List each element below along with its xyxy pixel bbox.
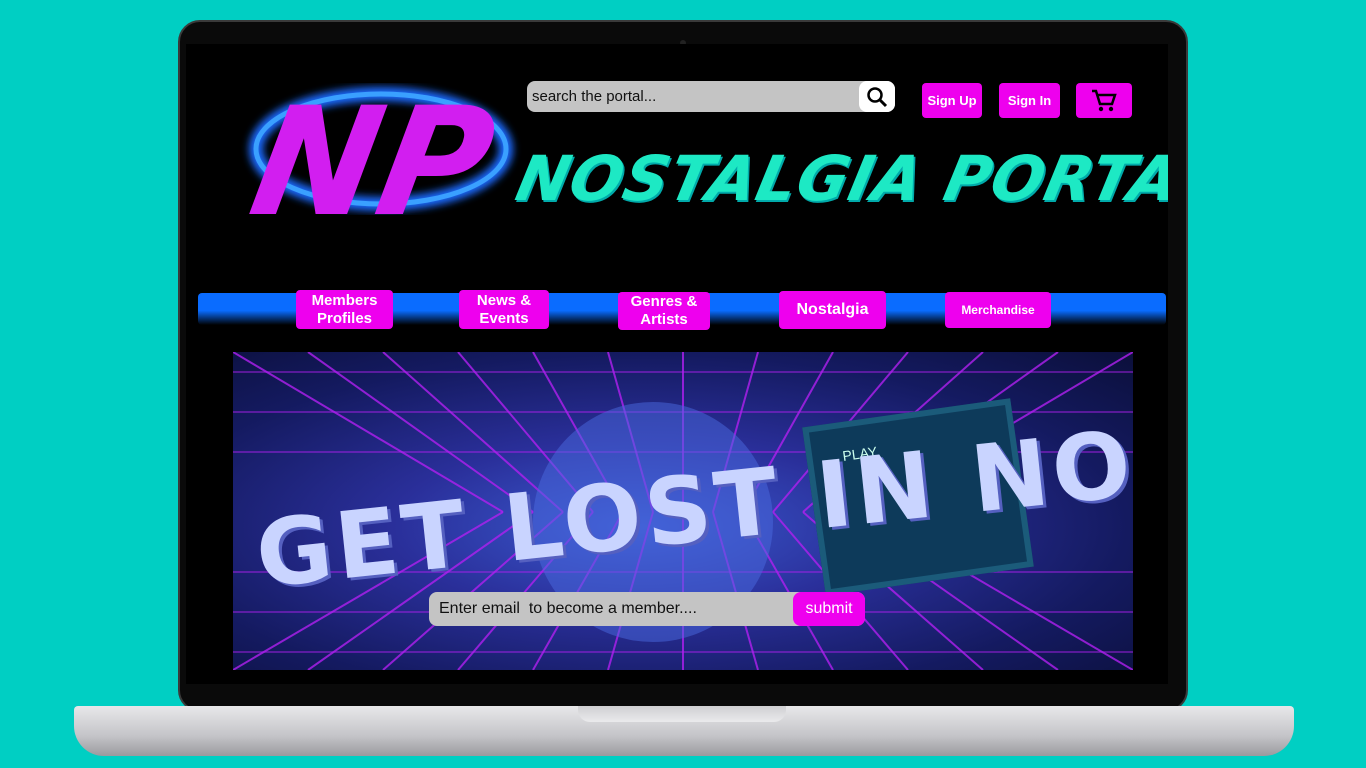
search-button[interactable] (859, 81, 895, 112)
sign-up-button[interactable]: Sign Up (922, 83, 982, 118)
search-bar (527, 81, 895, 112)
signup-form: submit (429, 592, 865, 626)
svg-text:NP: NP (240, 75, 506, 250)
hero-banner: PLAY GET LOST IN NOSTALGIA submit (233, 352, 1133, 670)
search-input[interactable] (527, 88, 859, 105)
nav-news-events[interactable]: News & Events (459, 290, 549, 329)
site-logo[interactable]: NP (236, 44, 526, 264)
email-input[interactable] (429, 600, 793, 618)
shopping-cart-icon (1092, 89, 1117, 111)
nav-genres-artists[interactable]: Genres & Artists (618, 292, 710, 330)
nav-merchandise[interactable]: Merchandise (945, 292, 1051, 328)
nav-nostalgia[interactable]: Nostalgia (779, 291, 886, 329)
website-screen: NP Sign Up Sign In NOSTALGIA PORTAL Memb… (186, 44, 1168, 684)
cart-button[interactable] (1076, 83, 1132, 118)
submit-button[interactable]: submit (793, 592, 865, 626)
sign-in-button[interactable]: Sign In (999, 83, 1060, 118)
search-icon (867, 86, 888, 107)
nav-members-profiles[interactable]: Members Profiles (296, 290, 393, 329)
site-title: NOSTALGIA PORTAL (510, 142, 1168, 215)
laptop-notch (578, 706, 786, 722)
